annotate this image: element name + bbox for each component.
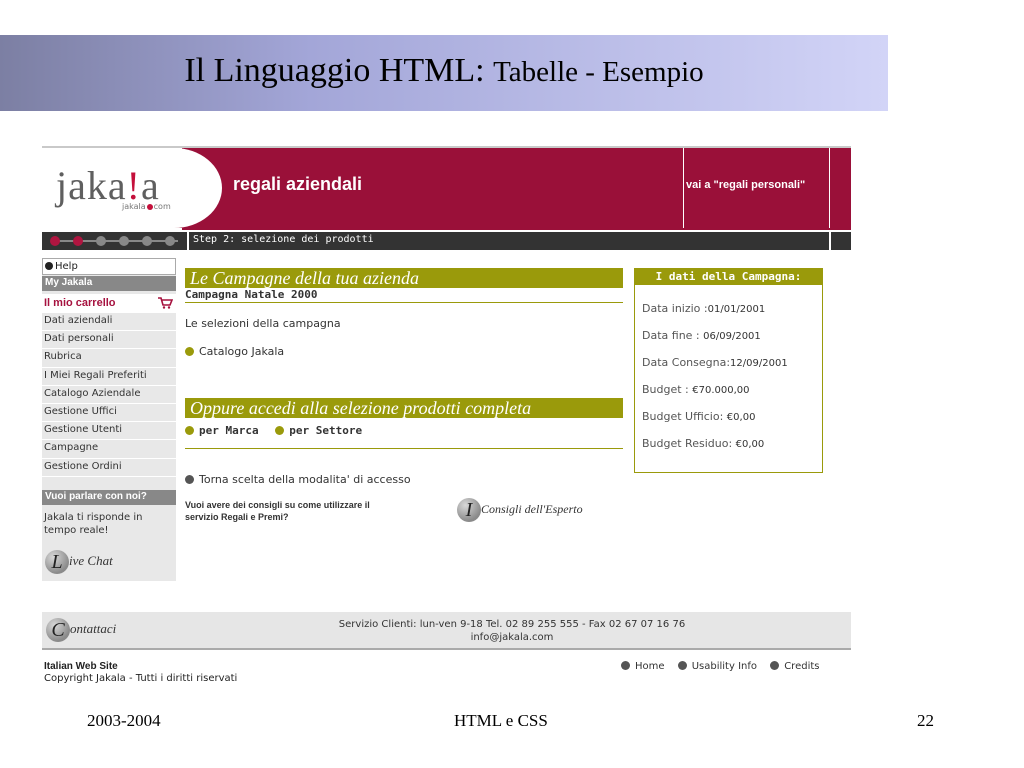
catalog-link[interactable]: Catalogo Jakala: [185, 345, 284, 358]
expert-icon: I: [457, 498, 481, 522]
browse-links: per Marca per Settore: [185, 424, 372, 437]
site-name: Italian Web Site: [44, 661, 118, 672]
campaign-data-box: I dati della Campagna: Data inizio :01/0…: [634, 268, 823, 473]
expert-advice-button[interactable]: I Consigli dell'Esperto: [457, 498, 583, 526]
sidebar-item-dati-personali[interactable]: Dati personali: [42, 331, 176, 350]
by-sector-link[interactable]: per Settore: [275, 424, 362, 437]
contact-email[interactable]: info@jakala.com: [242, 631, 782, 644]
divider: [185, 448, 623, 449]
logo[interactable]: jaka!a jakala com: [42, 148, 222, 228]
step-dot: [165, 236, 175, 246]
campaign-end-date: Data fine : 06/09/2001: [642, 329, 761, 342]
sidebar-item-dati-aziendali[interactable]: Dati aziendali: [42, 313, 176, 332]
cart-link[interactable]: Il mio carrello: [42, 294, 176, 313]
arrow-bullet-icon: [275, 426, 285, 435]
campaign-delivery-date: Data Consegna:12/09/2001: [642, 356, 788, 369]
footer-home-link[interactable]: Home: [621, 661, 665, 672]
office-budget: Budget Ufficio: €0,00: [642, 410, 756, 423]
arrow-bullet-icon: [185, 475, 194, 484]
remaining-budget: Budget Residuo: €0,00: [642, 437, 765, 450]
logo-dot-icon: [146, 203, 153, 210]
step-dot: [142, 236, 152, 246]
arrow-bullet-icon: [677, 661, 687, 670]
realtime-help-text: Jakala ti risponde in tempo reale!: [44, 512, 143, 536]
logo-subtitle: jakala com: [122, 202, 171, 211]
step-dot: [73, 236, 83, 246]
arrow-bullet-icon: [621, 661, 630, 670]
copyright: Copyright Jakala - Tutti i diritti riser…: [44, 673, 238, 684]
slide-title: Il Linguaggio HTML: Tabelle - Esempio: [0, 52, 888, 90]
footer-usability-link[interactable]: Usability Info: [677, 661, 757, 672]
campaign-start-date: Data inizio :01/01/2001: [642, 302, 766, 315]
slide-title-main: Il Linguaggio HTML:: [184, 52, 485, 89]
sidebar-section-my-jakala: My Jakala: [42, 276, 176, 291]
sidebar-section-contact: Vuoi parlare con noi?: [42, 490, 176, 505]
by-brand-link[interactable]: per Marca: [185, 424, 259, 437]
personal-gifts-link[interactable]: vai a "regali personali": [686, 179, 805, 191]
back-link[interactable]: Torna scelta della modalita' di accesso: [185, 473, 411, 486]
step-bar: Step 2: selezione dei prodotti: [42, 232, 851, 250]
website-screenshot: jaka!a jakala com regali aziendali vai a …: [42, 146, 851, 691]
campaign-name: Campagna Natale 2000: [185, 288, 318, 301]
sidebar-item-gestione-utenti[interactable]: Gestione Utenti: [42, 422, 176, 441]
footer-links: Home Usability Info Credits: [621, 661, 830, 672]
step-divider: [829, 232, 831, 250]
slide-title-sub: Tabelle - Esempio: [493, 56, 704, 88]
sidebar-item-gestione-ordini[interactable]: Gestione Ordini: [42, 459, 176, 477]
live-chat-button[interactable]: Live Chat: [45, 550, 113, 574]
step-label: Step 2: selezione dei prodotti: [193, 234, 374, 245]
slide-page-number: 22: [917, 711, 934, 730]
campaign-data-heading: I dati della Campagna:: [635, 269, 822, 285]
step-divider: [187, 232, 189, 250]
sidebar-item-catalogo-aziendale[interactable]: Catalogo Aziendale: [42, 386, 176, 404]
header-divider: [683, 148, 684, 228]
slide-footer-topic: HTML e CSS: [454, 711, 548, 730]
step-dot: [50, 236, 60, 246]
step-progress: [50, 236, 186, 246]
header-divider: [829, 148, 830, 228]
footer-credits-link[interactable]: Credits: [770, 661, 820, 672]
site-heading: regali aziendali: [233, 174, 363, 194]
contact-bar: Contattaci Servizio Clienti: lun-ven 9-1…: [42, 612, 851, 650]
step-dot: [96, 236, 106, 246]
arrow-bullet-icon: [185, 426, 194, 435]
sidebar-item-regali-preferiti[interactable]: I Miei Regali Preferiti: [42, 368, 176, 386]
arrow-bullet-icon: [45, 262, 53, 270]
sidebar: Help My Jakala Il mio carrello Dati azie…: [42, 258, 176, 581]
sidebar-item-campagne[interactable]: Campagne: [42, 440, 176, 459]
site-footer-info: Italian Web Site Copyright Jakala - Tutt…: [44, 661, 237, 685]
help-link[interactable]: Help: [42, 258, 176, 275]
site-header: jaka!a jakala com regali aziendali vai a …: [42, 146, 851, 230]
cart-label: Il mio carrello: [44, 297, 116, 309]
arrow-bullet-icon: [185, 347, 194, 356]
customer-service-hours: Servizio Clienti: lun-ven 9-18 Tel. 02 8…: [338, 619, 686, 630]
sidebar-nav: Dati aziendali Dati personali Rubrica I …: [42, 313, 176, 477]
full-selection-heading: Oppure accedi alla selezione prodotti co…: [185, 398, 623, 418]
campaign-budget: Budget : €70.000,00: [642, 383, 750, 396]
arrow-bullet-icon: [770, 661, 780, 670]
cart-icon: [158, 297, 173, 309]
advice-text: Vuoi avere dei consigli su come utilizza…: [185, 500, 370, 522]
contact-icon: C: [46, 618, 70, 642]
sidebar-item-gestione-uffici[interactable]: Gestione Uffici: [42, 404, 176, 423]
live-chat-icon: L: [45, 550, 69, 574]
contact-button[interactable]: Contattaci: [46, 618, 116, 642]
campaigns-heading: Le Campagne della tua azienda: [185, 268, 623, 288]
step-dot: [119, 236, 129, 246]
campaign-selections-label: Le selezioni della campagna: [185, 317, 341, 330]
divider: [185, 302, 623, 303]
sidebar-item-rubrica[interactable]: Rubrica: [42, 349, 176, 368]
slide-footer-year: 2003-2004: [87, 711, 161, 730]
customer-service-info: Servizio Clienti: lun-ven 9-18 Tel. 02 8…: [242, 618, 782, 644]
